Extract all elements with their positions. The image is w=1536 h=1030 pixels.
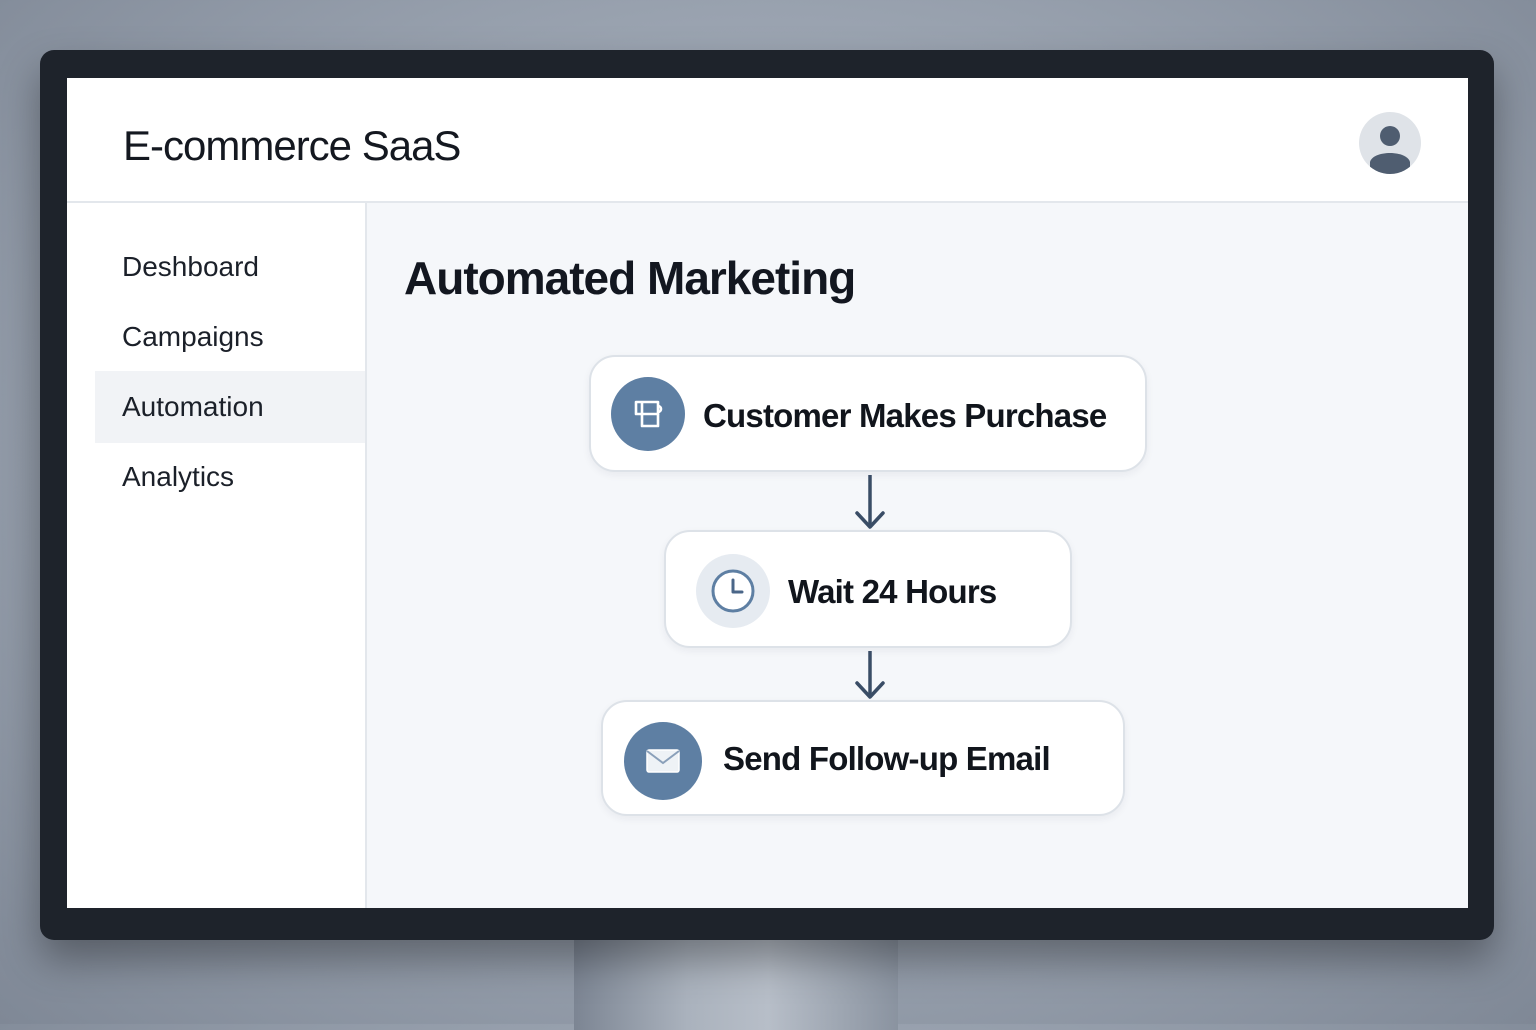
shopping-bag-icon — [611, 377, 685, 451]
top-bar: E-commerce SaaS — [67, 78, 1468, 203]
app-title: E-commerce SaaS — [123, 122, 461, 169]
arrow-down-icon — [855, 651, 885, 699]
workflow-step-delay[interactable]: Wait 24 Hours — [664, 530, 1072, 648]
page-title: Automated Marketing — [404, 252, 856, 304]
clock-icon — [696, 554, 770, 628]
workflow-step-trigger[interactable]: Customer Makes Purchase — [589, 355, 1147, 472]
sidebar-item-automation[interactable]: Automation — [95, 371, 365, 443]
main-content: Automated Marketing Customer Makes Purch… — [367, 203, 1468, 908]
workflow-step-label: Send Follow-up Email — [723, 740, 1051, 777]
workflow-step-action[interactable]: Send Follow-up Email — [601, 700, 1125, 816]
workflow-step-label: Customer Makes Purchase — [703, 397, 1107, 434]
sidebar: Deshboard Campaigns Automation Analytics — [67, 203, 367, 908]
sidebar-item-analytics[interactable]: Analytics — [95, 441, 365, 513]
arrow-down-icon — [855, 475, 885, 529]
app-screen: E-commerce SaaS Deshboard Campaigns Auto… — [67, 78, 1468, 908]
monitor-stand — [574, 930, 898, 1030]
sidebar-item-dashboard[interactable]: Deshboard — [95, 231, 365, 303]
workflow-step-label: Wait 24 Hours — [788, 573, 997, 610]
sidebar-item-campaigns[interactable]: Campaigns — [95, 301, 365, 373]
envelope-icon — [624, 722, 702, 800]
user-avatar-icon[interactable] — [1359, 112, 1421, 174]
